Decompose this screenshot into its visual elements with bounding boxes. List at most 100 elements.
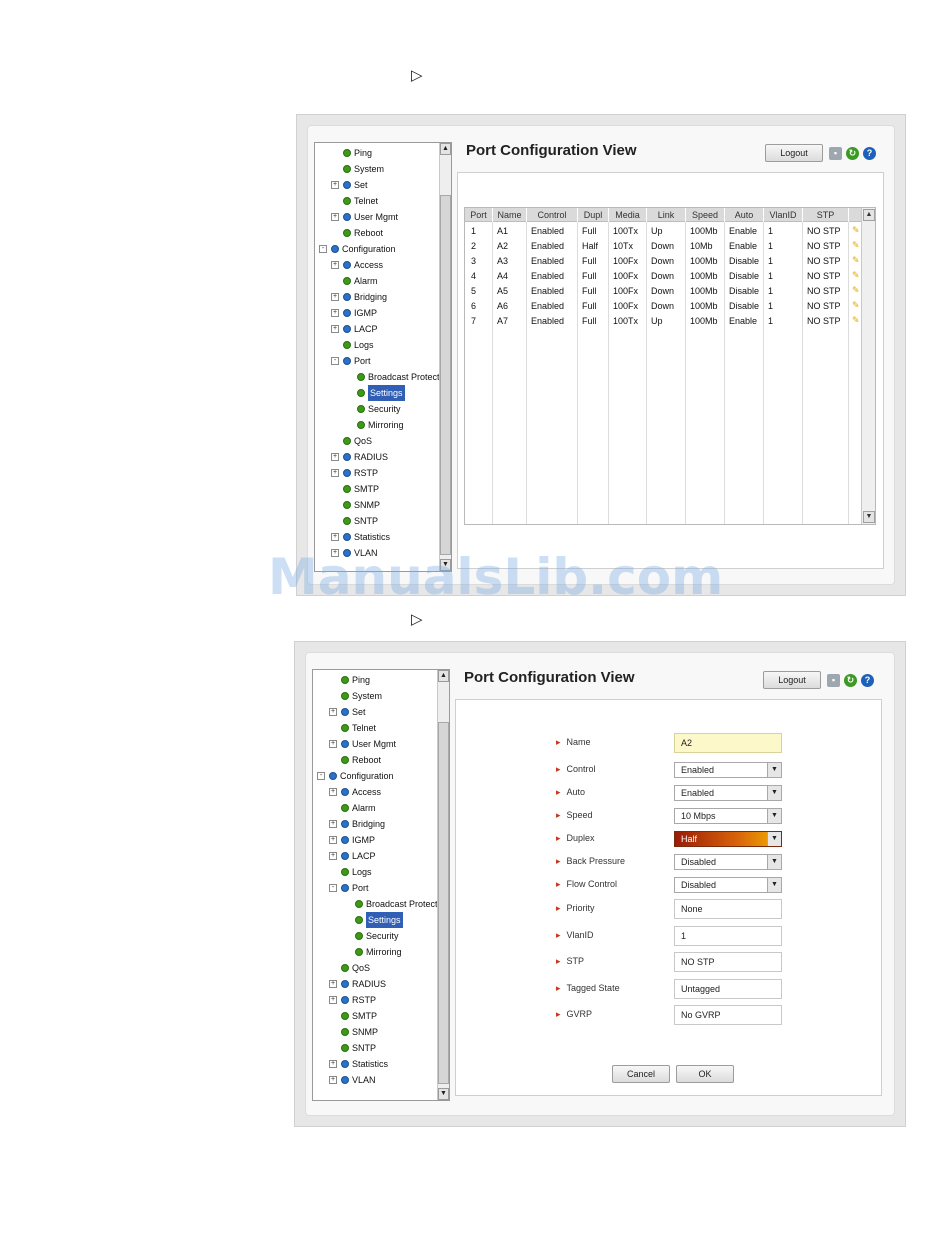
tree-item[interactable]: QoS xyxy=(313,960,437,976)
tree-item[interactable]: + IGMP xyxy=(315,305,439,321)
tree-item[interactable]: + Bridging xyxy=(315,289,439,305)
column-header[interactable]: Link xyxy=(647,208,686,222)
tree-item[interactable]: SNTP xyxy=(315,513,439,529)
field-select[interactable]: 10 Mbps ▼ xyxy=(674,808,782,824)
save-icon[interactable]: ▪ xyxy=(827,674,840,687)
expand-icon[interactable]: + xyxy=(329,708,337,716)
expand-icon[interactable]: + xyxy=(329,980,337,988)
tree-item[interactable]: Reboot xyxy=(315,225,439,241)
dropdown-arrow-icon[interactable]: ▼ xyxy=(767,878,781,892)
expand-icon[interactable]: + xyxy=(329,852,337,860)
edit-icon[interactable]: ✎ xyxy=(852,285,860,296)
field-select[interactable]: Disabled ▼ xyxy=(674,877,782,893)
field-input[interactable]: A2 xyxy=(674,733,782,753)
expand-icon[interactable]: + xyxy=(331,309,339,317)
dropdown-arrow-icon[interactable]: ▼ xyxy=(767,855,781,869)
column-header[interactable]: STP xyxy=(803,208,849,222)
tree-item[interactable]: QoS xyxy=(315,433,439,449)
field-input[interactable]: No GVRP xyxy=(674,1005,782,1025)
field-select[interactable]: Half ▼ xyxy=(674,831,782,847)
column-header[interactable]: Name xyxy=(493,208,527,222)
edit-icon[interactable]: ✎ xyxy=(852,240,860,251)
field-input[interactable]: 1 xyxy=(674,926,782,946)
expand-icon[interactable]: + xyxy=(331,261,339,269)
tree-item[interactable]: + VLAN xyxy=(313,1072,437,1088)
tree-item[interactable]: Logs xyxy=(313,864,437,880)
expand-icon[interactable]: + xyxy=(329,1076,337,1084)
tree-item[interactable]: Security xyxy=(313,928,437,944)
expand-icon[interactable]: + xyxy=(331,469,339,477)
tree-item[interactable]: Broadcast Protect xyxy=(313,896,438,912)
edit-icon[interactable]: ✎ xyxy=(852,255,860,266)
tree-item[interactable]: + LACP xyxy=(313,848,437,864)
refresh-icon[interactable]: ↻ xyxy=(846,147,859,160)
dropdown-arrow-icon[interactable]: ▼ xyxy=(767,786,781,800)
column-header[interactable]: Speed xyxy=(686,208,725,222)
expand-icon[interactable]: + xyxy=(329,1060,337,1068)
tree-item[interactable]: + RADIUS xyxy=(313,976,437,992)
edit-icon[interactable]: ✎ xyxy=(852,300,860,311)
expand-icon[interactable]: + xyxy=(329,996,337,1004)
tree-item[interactable]: SNMP xyxy=(313,1024,437,1040)
help-icon[interactable]: ? xyxy=(863,147,876,160)
tree-item[interactable]: Telnet xyxy=(313,720,437,736)
help-icon[interactable]: ? xyxy=(861,674,874,687)
tree-item[interactable]: + Access xyxy=(313,784,437,800)
scroll-up-icon[interactable]: ▲ xyxy=(440,143,451,155)
collapse-icon[interactable]: - xyxy=(319,245,327,253)
ok-button[interactable]: OK xyxy=(676,1065,734,1083)
tree-item[interactable]: + Set xyxy=(313,704,437,720)
tree-item[interactable]: Ping xyxy=(313,672,437,688)
tree-item[interactable]: + RADIUS xyxy=(315,449,439,465)
save-icon[interactable]: ▪ xyxy=(829,147,842,160)
column-header[interactable]: Port xyxy=(465,208,493,222)
tree-item[interactable]: - Configuration xyxy=(313,768,437,784)
dropdown-arrow-icon[interactable]: ▼ xyxy=(767,763,781,777)
scroll-up-icon[interactable]: ▲ xyxy=(863,209,875,221)
field-input[interactable]: None xyxy=(674,899,782,919)
expand-icon[interactable]: + xyxy=(331,533,339,541)
tree-item[interactable]: + LACP xyxy=(315,321,439,337)
tree-item[interactable]: + User Mgmt xyxy=(315,209,439,225)
tree-item[interactable]: + User Mgmt xyxy=(313,736,437,752)
collapse-icon[interactable]: - xyxy=(331,357,339,365)
tree-item[interactable]: - Configuration xyxy=(315,241,439,257)
field-input[interactable]: NO STP xyxy=(674,952,782,972)
expand-icon[interactable]: + xyxy=(329,836,337,844)
column-header[interactable]: VlanID xyxy=(764,208,803,222)
field-input[interactable]: Untagged xyxy=(674,979,782,999)
column-header[interactable]: Auto xyxy=(725,208,764,222)
tree-item[interactable]: + Bridging xyxy=(313,816,437,832)
column-header[interactable]: Control xyxy=(527,208,578,222)
tree-item[interactable]: Settings xyxy=(313,912,437,928)
expand-icon[interactable]: + xyxy=(329,740,337,748)
dropdown-arrow-icon[interactable]: ▼ xyxy=(767,809,781,823)
tree-item[interactable]: Reboot xyxy=(313,752,437,768)
expand-icon[interactable]: + xyxy=(331,325,339,333)
expand-icon[interactable]: + xyxy=(331,181,339,189)
tree-item[interactable]: System xyxy=(313,688,437,704)
expand-icon[interactable]: + xyxy=(331,213,339,221)
tree-item[interactable]: + Access xyxy=(315,257,439,273)
tree-item[interactable]: System xyxy=(315,161,439,177)
tree-item[interactable]: SNMP xyxy=(315,497,439,513)
column-header[interactable]: Dupl xyxy=(578,208,609,222)
tree-item[interactable]: Settings xyxy=(315,385,439,401)
column-header[interactable]: Media xyxy=(609,208,647,222)
tree-item[interactable]: + RSTP xyxy=(315,465,439,481)
tree-item[interactable]: + IGMP xyxy=(313,832,437,848)
collapse-icon[interactable]: - xyxy=(317,772,325,780)
edit-icon[interactable]: ✎ xyxy=(852,225,860,236)
tree-item[interactable]: + Statistics xyxy=(313,1056,437,1072)
tree-item[interactable]: Logs xyxy=(315,337,439,353)
scroll-up-icon[interactable]: ▲ xyxy=(438,670,449,682)
tree-item[interactable]: Mirroring xyxy=(315,417,439,433)
tree-item[interactable]: Broadcast Protect xyxy=(315,369,440,385)
scroll-thumb[interactable] xyxy=(440,195,451,555)
edit-icon[interactable]: ✎ xyxy=(852,315,860,326)
tree-item[interactable]: + RSTP xyxy=(313,992,437,1008)
refresh-icon[interactable]: ↻ xyxy=(844,674,857,687)
tree-item[interactable]: - Port xyxy=(313,880,437,896)
scroll-thumb[interactable] xyxy=(438,722,449,1084)
tree-item[interactable]: SMTP xyxy=(315,481,439,497)
